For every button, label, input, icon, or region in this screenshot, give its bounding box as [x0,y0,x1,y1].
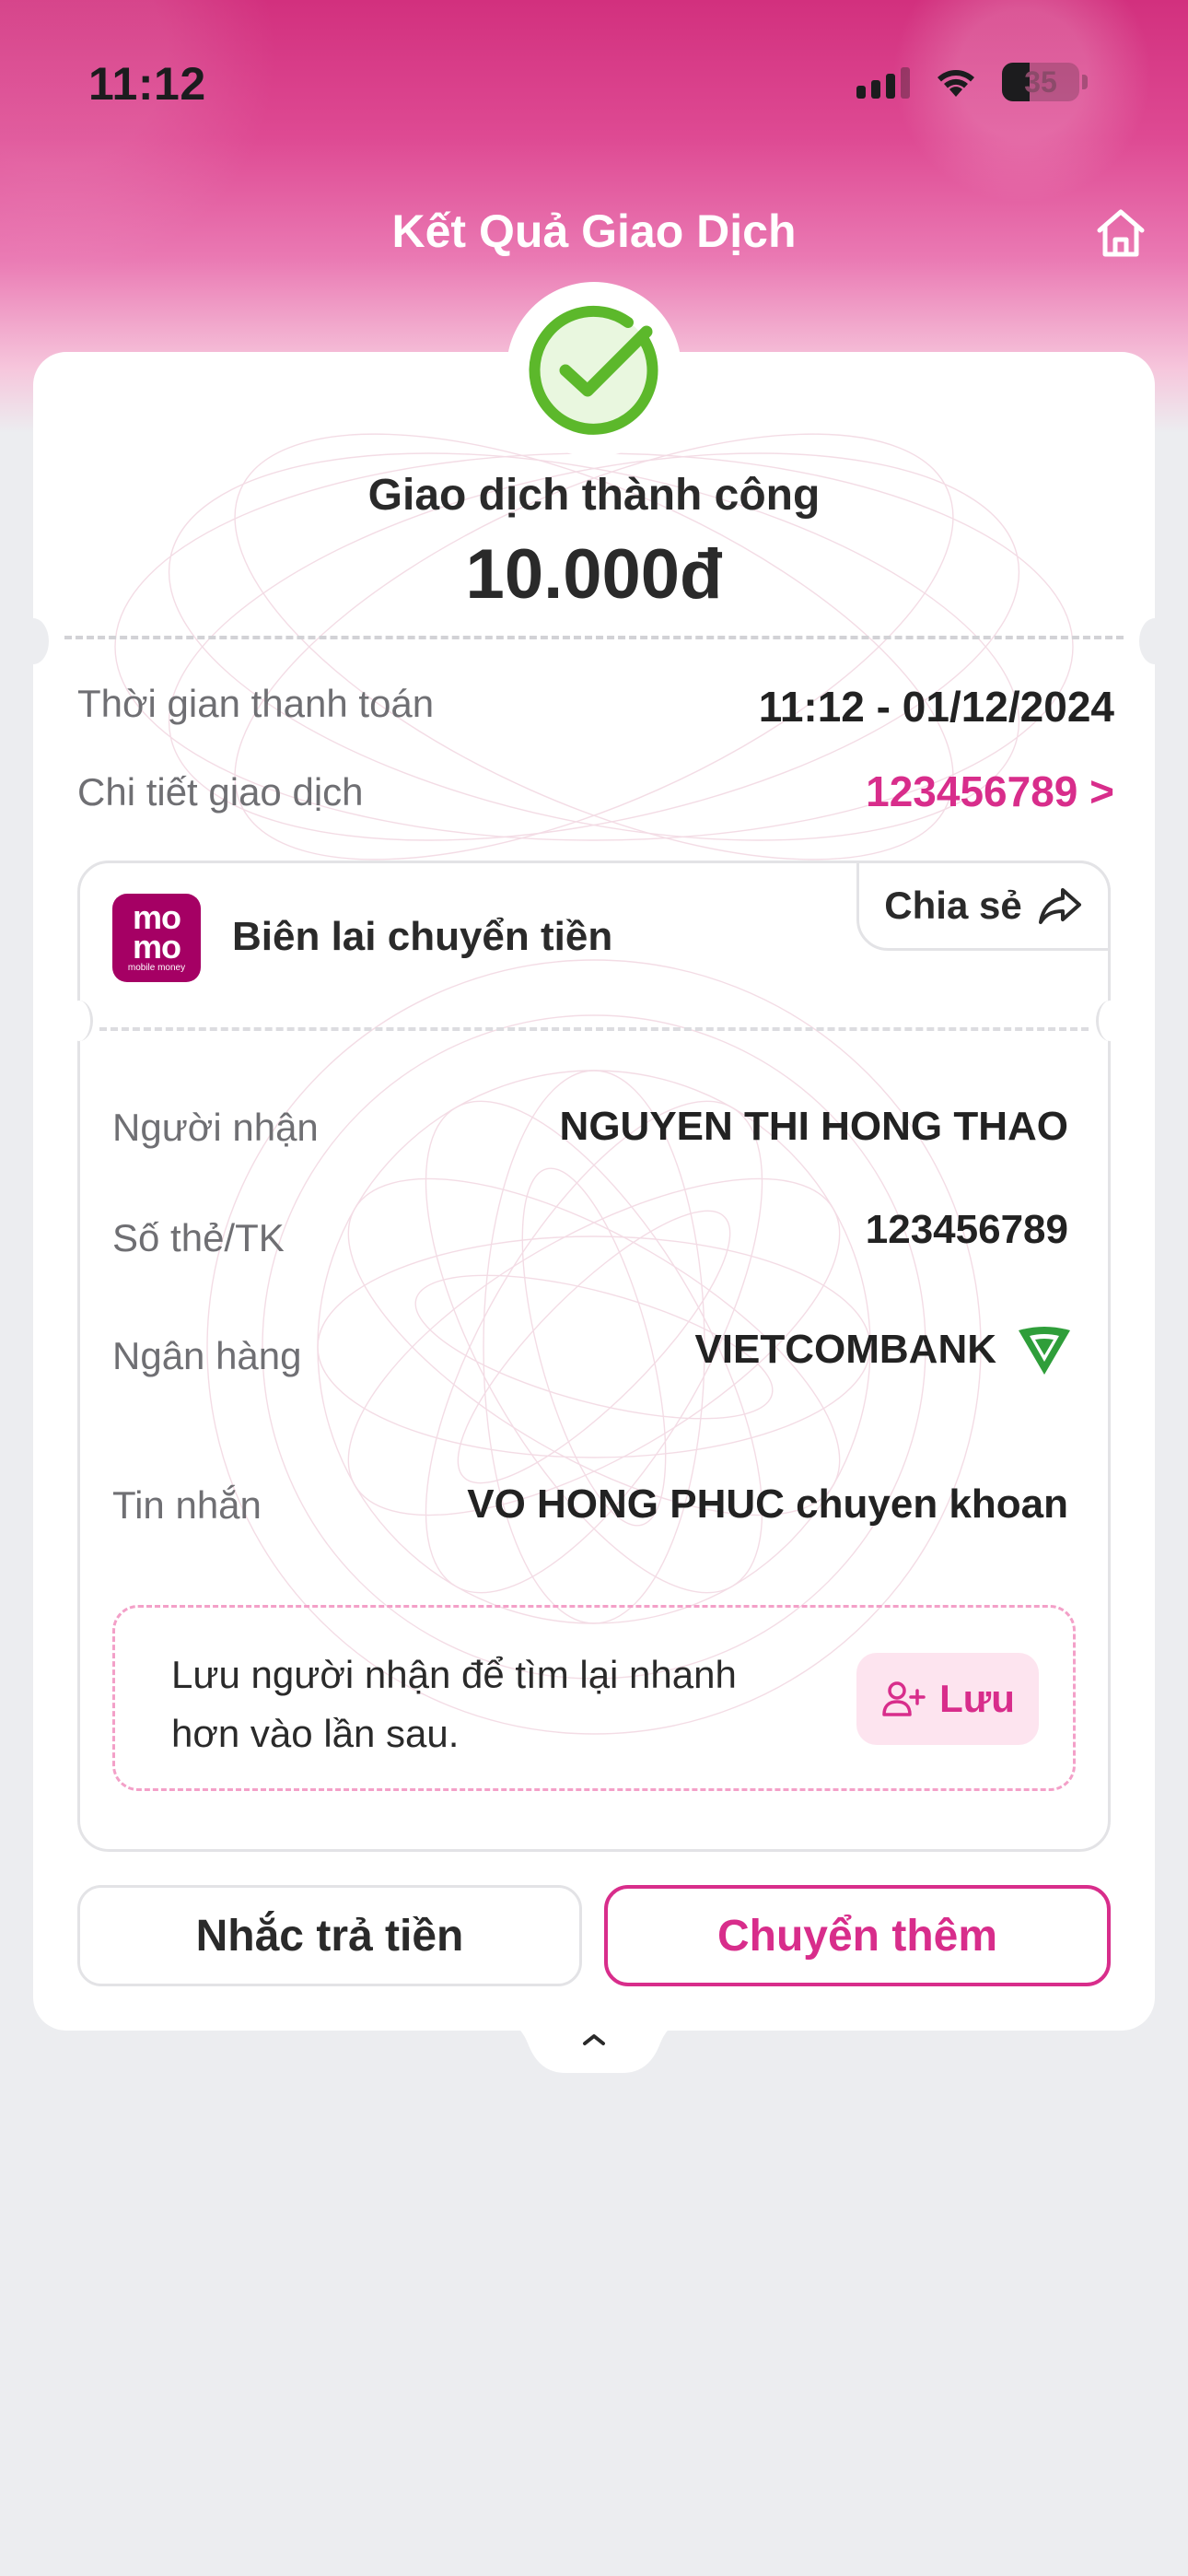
collapse-tab[interactable] [503,2018,685,2073]
remind-payment-button[interactable]: Nhắc trả tiền [77,1885,582,1986]
share-label: Chia sẻ [884,884,1022,927]
account-number-label: Số thẻ/TK [112,1216,285,1259]
transaction-detail-label: Chi tiết giao dịch [77,770,364,814]
status-time: 11:12 [88,58,206,110]
recipient-value: NGUYEN THI HONG THAO [559,1104,1068,1149]
vietcombank-logo-icon [1019,1327,1070,1375]
payment-time-value: 11:12 - 01/12/2024 [758,683,1114,731]
transaction-amount: 10.000đ [465,535,723,614]
share-arrow-icon [1038,888,1081,924]
status-indicators: 35 [856,59,1088,105]
recipient-label: Người nhận [112,1106,319,1149]
success-badge [507,282,681,457]
message-value: VO HONG PHUC chuyen khoan [467,1481,1068,1527]
battery-level: 35 [1024,65,1057,99]
bank-value: VIETCOMBANK [694,1327,996,1372]
transaction-status: Giao dịch thành công [367,471,821,520]
receipt-divider [99,1027,1089,1031]
account-number-value: 123456789 [865,1207,1068,1252]
divider [64,636,1124,639]
home-icon[interactable] [1092,205,1149,262]
card-notch-left [17,618,49,664]
transaction-detail-link[interactable]: 123456789 > [866,767,1114,816]
battery-icon: 35 [1002,63,1088,101]
wifi-icon [938,70,974,97]
transfer-more-button[interactable]: Chuyển thêm [604,1885,1111,1986]
page-title: Kết Quả Giao Dịch [391,205,797,257]
share-button[interactable]: Chia sẻ [856,861,1111,951]
bank-label: Ngân hàng [112,1334,302,1377]
save-button-label: Lưu [939,1677,1015,1720]
receipt-title: Biên lai chuyển tiền [232,914,613,959]
save-recipient-button[interactable]: Lưu [856,1653,1039,1745]
momo-logo: mo mo mobile money [112,894,201,982]
receipt-notch-right [1096,1001,1124,1041]
save-recipient-hint: Lưu người nhận để tìm lại nhanh hơn vào … [171,1653,737,1755]
receipt-notch-left [65,1001,93,1041]
check-circle-icon [529,305,658,435]
message-label: Tin nhắn [112,1483,262,1527]
transaction-result-screen: 11:12 35 Kết Quả Giao Dịch Giao dịch thà… [0,0,1188,2576]
cellular-signal-icon [856,65,910,99]
user-plus-icon [882,1681,926,1716]
payment-time-label: Thời gian thanh toán [77,682,435,725]
card-notch-right [1139,618,1171,664]
